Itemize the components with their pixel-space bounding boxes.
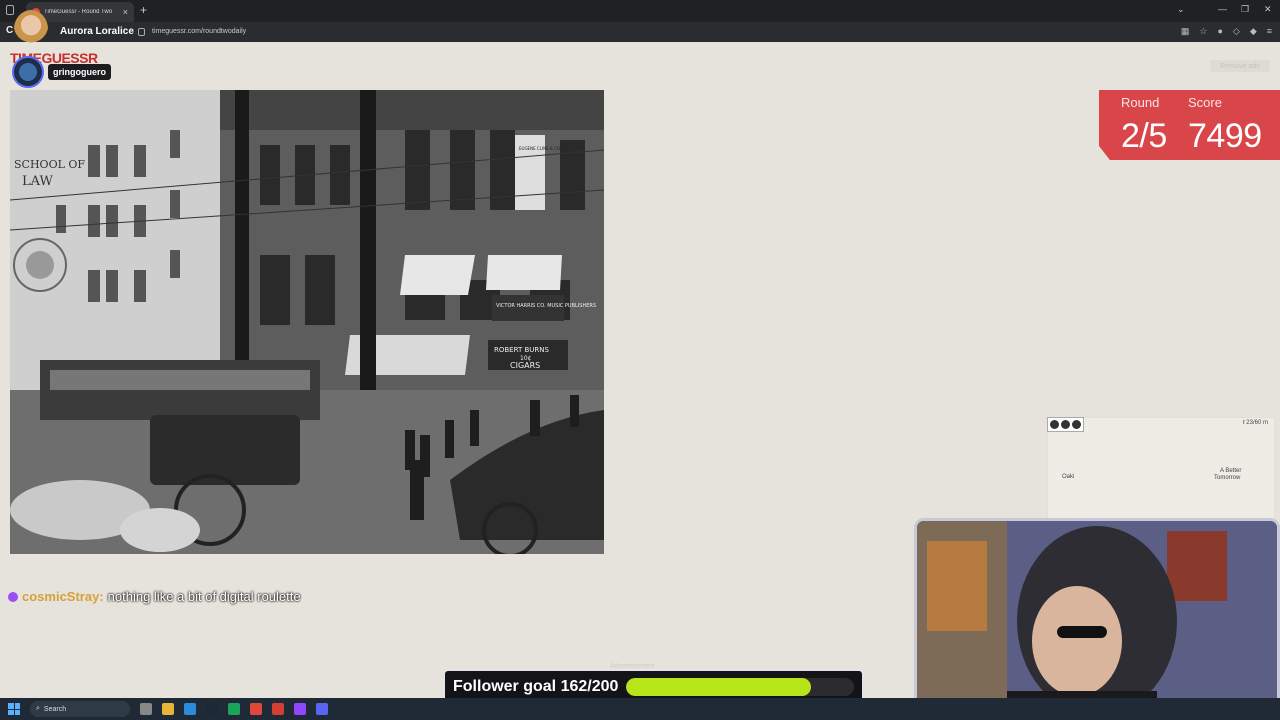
- follower-goal-text: Follower goal 162/200: [453, 678, 619, 695]
- file-explorer-icon[interactable]: [162, 703, 174, 715]
- discord-icon[interactable]: [316, 703, 328, 715]
- map-poi-label: A Better: [1220, 468, 1242, 474]
- map-pin-icon[interactable]: [1061, 420, 1070, 429]
- map-expand-icon[interactable]: [1050, 420, 1059, 429]
- map-close-icon[interactable]: [1072, 420, 1081, 429]
- extension-icon[interactable]: ◆: [1250, 26, 1257, 37]
- guess-map[interactable]: ℓ 23/60 m Oaki A Better Tomorrow: [1047, 417, 1275, 521]
- chat-username: cosmicStray:: [22, 589, 104, 604]
- url-field[interactable]: timeguessr.com/roundtwodaily: [152, 28, 246, 35]
- toolbar-icons: ▦ ☆ ● ◇ ◆ ≡: [1181, 26, 1272, 37]
- back-button[interactable]: C: [6, 25, 13, 36]
- chat-message: cosmicStray: nothing like a bit of digit…: [8, 589, 301, 604]
- score-value: 7499: [1188, 117, 1262, 155]
- historical-photo[interactable]: SCHOOL OF LAW EUGENE CLINE & CO. VICTOR …: [10, 90, 604, 554]
- tab-title: TimeGuessr - Round Two: [44, 9, 113, 15]
- law-sign: LAW: [22, 174, 53, 189]
- map-poi-label: Tomorrow: [1214, 475, 1241, 481]
- follower-goal-fill: [626, 678, 811, 696]
- chat-badge-icon: [8, 591, 18, 602]
- eugene-sign: EUGENE CLINE & CO.: [519, 146, 561, 151]
- twitch-icon[interactable]: [294, 703, 306, 715]
- player-avatar: [12, 56, 44, 88]
- streamer-avatar: [14, 10, 48, 48]
- cigar-sign-line1: ROBERT BURNS: [494, 346, 549, 354]
- new-tab-button[interactable]: +: [140, 3, 147, 17]
- minimize-button[interactable]: —: [1218, 4, 1227, 14]
- puzzle-icon[interactable]: ◇: [1233, 26, 1240, 37]
- steam-icon[interactable]: [206, 703, 218, 715]
- edge-icon[interactable]: [184, 703, 196, 715]
- tab-search-icon[interactable]: ⌄: [1177, 4, 1185, 15]
- street-scene-illustration: SCHOOL OF LAW EUGENE CLINE & CO. VICTOR …: [10, 90, 604, 554]
- search-icon: ⌕: [36, 705, 40, 712]
- profile-name: Aurora Loralice: [60, 26, 134, 37]
- tab-close-icon[interactable]: ×: [123, 7, 128, 17]
- lock-icon[interactable]: [138, 28, 145, 36]
- menu-icon[interactable]: ≡: [1267, 26, 1272, 37]
- webcam-overlay: [914, 518, 1280, 720]
- task-view-icon[interactable]: [140, 703, 152, 715]
- player-name: gringoguero: [48, 64, 111, 80]
- round-value: 2/5: [1121, 117, 1167, 155]
- school-sign: SCHOOL OF: [14, 158, 85, 171]
- bookmark-star-icon[interactable]: ☆: [1199, 26, 1207, 37]
- app-icon[interactable]: [250, 703, 262, 715]
- browser-tab-bar: TimeGuessr - Round Two × + ⌄ — ❐ ✕: [0, 0, 1280, 22]
- brave-icon[interactable]: [272, 703, 284, 715]
- round-label: Round: [1121, 95, 1160, 110]
- follower-goal-track: [626, 678, 854, 696]
- music-sign: VICTOR HARRIS CO. MUSIC PUBLISHERS: [496, 303, 596, 309]
- score-label: Score: [1188, 95, 1222, 110]
- taskbar-search[interactable]: ⌕ Search: [30, 701, 130, 717]
- remove-ads-button[interactable]: Remove ads: [1210, 60, 1270, 72]
- map-scale: ℓ 23/60 m: [1242, 420, 1268, 426]
- webcam-illustration: [917, 521, 1277, 717]
- sidebar-icon[interactable]: [6, 5, 14, 15]
- round-score-panel: Round Score 2/5 7499: [1099, 90, 1280, 160]
- chat-text: nothing like a bit of digital roulette: [107, 589, 301, 604]
- xbox-icon[interactable]: [228, 703, 240, 715]
- player-chip: gringoguero: [12, 56, 111, 88]
- map-controls: [1047, 417, 1084, 432]
- windows-taskbar: ⌕ Search: [0, 698, 1280, 720]
- taskbar-search-label: Search: [43, 705, 67, 713]
- map-place-label: Oaki: [1062, 474, 1075, 480]
- windows-start-icon[interactable]: [8, 703, 20, 715]
- account-icon[interactable]: ●: [1217, 26, 1222, 37]
- close-window-button[interactable]: ✕: [1264, 4, 1272, 15]
- address-bar: C Aurora Loralice timeguessr.com/roundtw…: [0, 22, 1280, 42]
- extensions-icon[interactable]: ▦: [1181, 26, 1190, 37]
- maximize-button[interactable]: ❐: [1241, 4, 1249, 15]
- cigar-sign-line3: CIGARS: [510, 361, 540, 370]
